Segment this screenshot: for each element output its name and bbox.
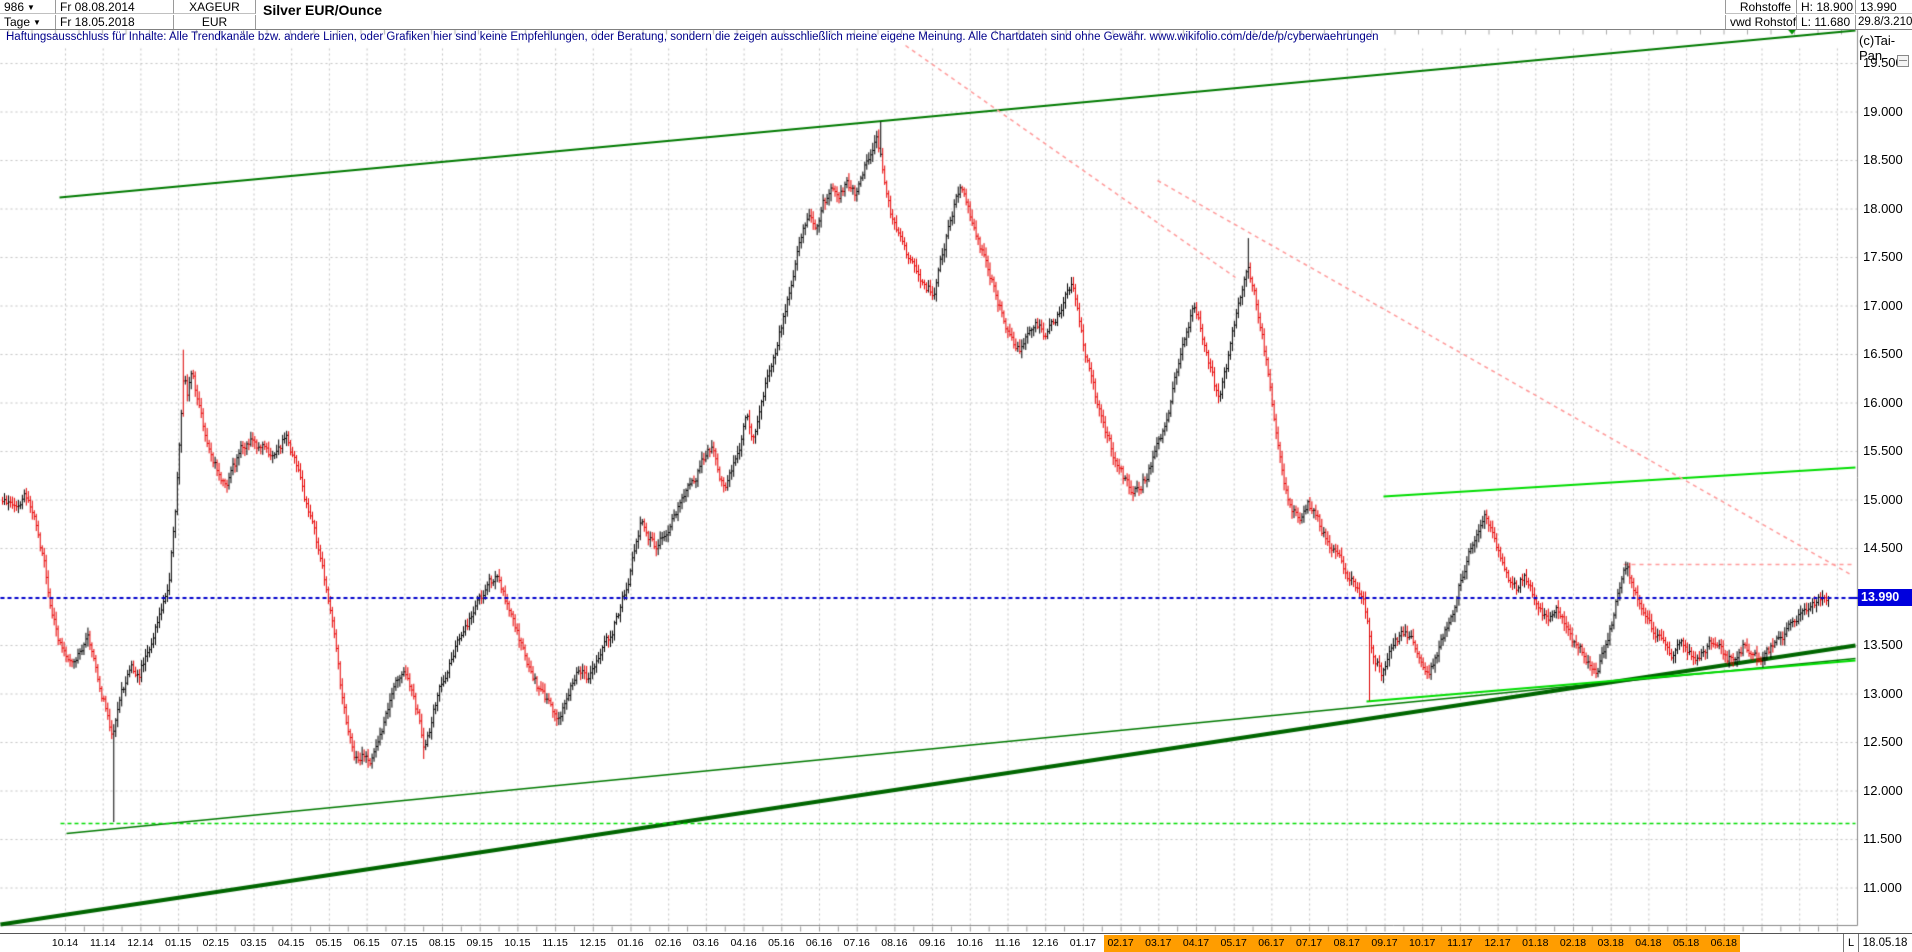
date-axis-label: 01.16 xyxy=(617,937,644,949)
bars-count-value: 986 xyxy=(4,0,25,14)
price-axis-label: 14.500 xyxy=(1863,540,1903,555)
date-axis-label: 09.16 xyxy=(918,937,946,949)
date-axis-label: 11.15 xyxy=(542,937,568,949)
date-axis-label: 01.15 xyxy=(164,937,192,949)
date-axis-label: 07.15 xyxy=(391,937,418,949)
date-axis-label: 04.16 xyxy=(730,937,757,949)
date-axis-label: 06.15 xyxy=(353,937,380,949)
source-label: vwd Rohstoffe xyxy=(1725,15,1806,29)
price-axis-label: 17.500 xyxy=(1863,249,1903,264)
date-axis-label: 12.14 xyxy=(127,937,154,949)
date-axis-label: 03.16 xyxy=(692,937,720,949)
date-axis-label: 02.18 xyxy=(1559,937,1587,949)
period-dropdown[interactable]: Tage ▼ xyxy=(0,15,56,29)
date-axis-label: 12.15 xyxy=(579,937,606,949)
date-axis-label: 10.14 xyxy=(51,937,79,949)
price-axis-label: 17.000 xyxy=(1863,297,1903,313)
price-axis-label: 12.000 xyxy=(1863,782,1903,798)
date-from-field[interactable]: Fr 08.08.2014 xyxy=(56,0,174,14)
price-axis-label: 18.500 xyxy=(1863,152,1903,167)
price-axis-label: 13.500 xyxy=(1863,637,1903,652)
chevron-down-icon: ▼ xyxy=(27,3,35,12)
high-value-label: H: 18.900 xyxy=(1796,0,1854,14)
date-axis-label: 12.16 xyxy=(1032,937,1059,949)
date-axis-label: 02.17 xyxy=(1107,937,1134,949)
date-axis-label: 09.17 xyxy=(1371,937,1398,949)
price-axis-label: 12.500 xyxy=(1863,734,1903,749)
date-axis-label: 01.18 xyxy=(1522,937,1549,949)
date-axis-label: 05.15 xyxy=(315,937,343,949)
date-axis-label: 06.18 xyxy=(1710,937,1737,949)
price-axis-label: 15.500 xyxy=(1863,443,1903,458)
price-axis-label: 13.000 xyxy=(1863,685,1903,701)
date-axis-label: 07.16 xyxy=(843,937,870,949)
price-axis-label: 16.500 xyxy=(1863,346,1903,361)
date-axis-label: 10.16 xyxy=(956,937,983,949)
date-axis-label: 05.16 xyxy=(768,937,795,949)
date-axis-label: 06.16 xyxy=(805,937,833,949)
date-axis-label: 11.17 xyxy=(1447,937,1473,949)
price-axis-label: 18.000 xyxy=(1863,200,1903,216)
symbol-label: XAGEUR xyxy=(174,0,256,14)
low-marker-cell: L xyxy=(1843,934,1859,952)
ratio-label: 29.8/3.210 xyxy=(1855,15,1912,29)
date-axis-label: 08.16 xyxy=(881,937,908,949)
current-price-badge: 13.990 xyxy=(1858,589,1912,606)
price-axis-label: 16.000 xyxy=(1863,394,1903,410)
date-axis-label: 08.15 xyxy=(428,937,456,949)
last-price-label: 13.990 xyxy=(1855,0,1912,14)
category-label: Rohstoffe xyxy=(1725,0,1795,14)
minus-icon xyxy=(1899,60,1907,61)
date-axis-label: 03.17 xyxy=(1145,937,1172,949)
date-axis-label: 09.15 xyxy=(466,937,493,949)
date-axis-label: 02.15 xyxy=(202,937,229,949)
currency-label: EUR xyxy=(174,15,256,29)
collapse-button[interactable] xyxy=(1897,55,1909,67)
date-axis-label: 05.17 xyxy=(1220,937,1247,949)
date-axis-label: 04.17 xyxy=(1182,937,1210,949)
date-axis-label: 07.17 xyxy=(1295,937,1323,949)
date-axis-label: 08.17 xyxy=(1333,937,1360,949)
end-date-cell: 18.05.18 xyxy=(1862,937,1908,949)
price-chart-canvas[interactable] xyxy=(0,0,1912,952)
bars-count-dropdown[interactable]: 986 ▼ xyxy=(0,0,56,14)
price-axis-label: 19.000 xyxy=(1863,103,1903,119)
date-axis-label: 11.14 xyxy=(89,937,116,949)
disclaimer-text: Haftungsausschluss für Inhalte: Alle Tre… xyxy=(6,31,1379,43)
date-axis-label: 10.15 xyxy=(504,937,531,949)
date-axis-label: 12.17 xyxy=(1484,937,1511,949)
date-axis-label: 03.15 xyxy=(240,937,267,949)
date-axis-label: 04.15 xyxy=(278,937,305,949)
date-axis-label: 04.18 xyxy=(1635,937,1662,949)
low-value-label: L: 11.680 xyxy=(1796,15,1854,29)
date-axis: 10.14 11.14 12.14 01.15 02.15 03.15 04.15 05.15… xyxy=(0,933,1912,952)
date-axis-label: 03.18 xyxy=(1597,937,1624,949)
chevron-down-icon: ▼ xyxy=(33,18,41,27)
page-title: Silver EUR/Ounce xyxy=(263,2,383,18)
date-axis-label: 01.17 xyxy=(1069,937,1097,949)
date-axis-label: 11.16 xyxy=(994,937,1021,949)
price-axis-label: 15.000 xyxy=(1863,491,1903,507)
date-axis-label: 02.16 xyxy=(655,937,682,949)
date-to-field[interactable]: Fr 18.05.2018 xyxy=(56,15,174,29)
date-axis-label: 10.17 xyxy=(1409,937,1436,949)
date-axis-label: 05.18 xyxy=(1672,937,1700,949)
price-axis-label: 11.000 xyxy=(1863,879,1902,895)
date-axis-label: 06.17 xyxy=(1258,937,1285,949)
tai-pan-chart-window: 986 ▼ Tage ▼ Fr 08.08.2014 Fr 18.05.2018 X… xyxy=(0,0,1912,952)
period-value: Tage xyxy=(4,15,31,29)
price-axis-label: 11.500 xyxy=(1863,831,1902,846)
